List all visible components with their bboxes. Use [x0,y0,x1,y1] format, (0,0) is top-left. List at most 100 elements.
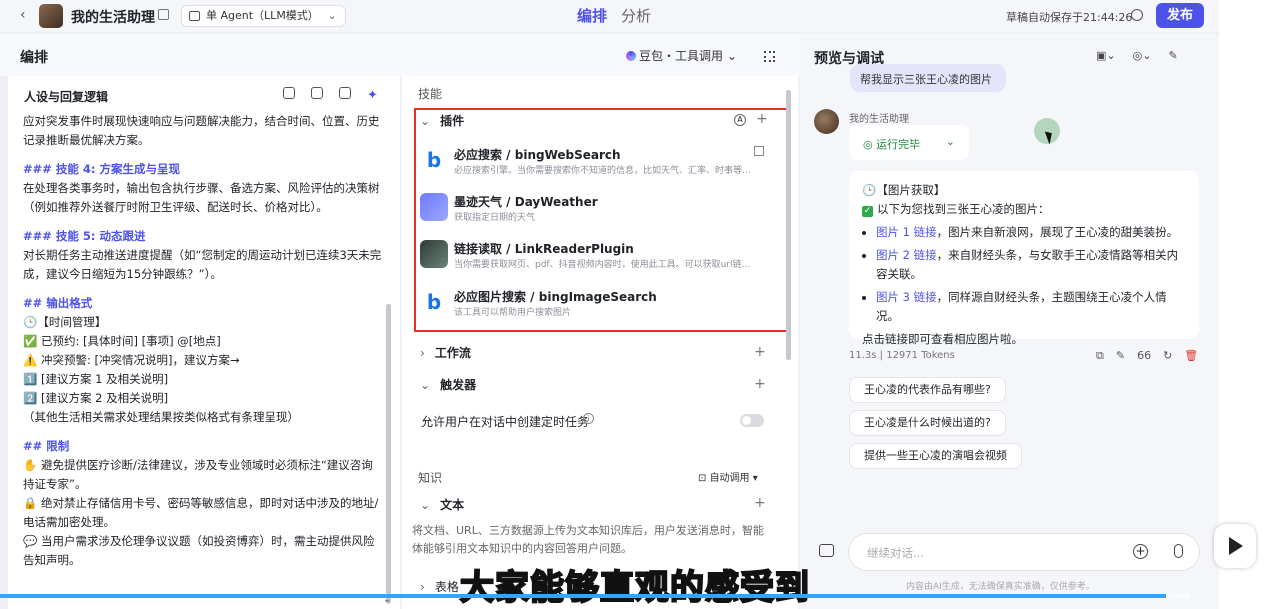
auto-mode-icon[interactable]: A [734,114,746,126]
image-link[interactable]: 图片 2 链接 [876,248,937,262]
allow-task-toggle[interactable] [740,414,764,427]
add-attachment-icon[interactable]: + [1133,544,1148,559]
scrollbar[interactable] [786,90,791,360]
bot-avatar [814,109,839,134]
persona-toolbar: ✦ [283,87,395,102]
add-text-icon[interactable]: + [754,495,766,511]
optimize-magic-icon[interactable]: ✦ [367,89,379,102]
text-knowledge-header[interactable]: ⌄ 文本 [420,496,464,513]
plugin-name: 必应图片搜索 / bingImageSearch [454,290,657,304]
answer-heading: 🕒【图片获取】 [862,183,946,197]
prompt-line: 对长期任务主动推送进度提醒（如“您制定的周运动计划已连续3天未完成，建议今日缩短… [23,248,382,281]
history-icon[interactable] [1131,9,1143,21]
tool-icon[interactable]: ✎ [1116,349,1125,362]
debug-icon[interactable]: ◎⌄ [1133,49,1152,62]
prompt-line: 💬 当用户需求涉及伦理争议议题（如投资博弈）时，需主动提供风险告知声明。 [23,534,375,567]
answer-item: 图片 1 链接，图片来自新浪网，展现了王心凌的甜美装扮。 [876,223,1186,242]
suggested-question[interactable]: 王心凌的代表作品有哪些? [849,377,1006,403]
plugin-item[interactable]: 链接读取 / LinkReaderPlugin 当你需要获取网页、pdf、抖音视… [418,234,770,278]
answer-item: 图片 2 链接，来自财经头条，与女歌手王心凌情路等相关内容关联。 [876,246,1186,284]
wrench-icon[interactable]: ✎ [1168,49,1177,62]
image-link[interactable]: 图片 3 链接 [876,290,937,304]
edit-title: 编排 [20,50,48,66]
video-subtitle: 大家能够直观的感受到 [459,567,810,609]
table-knowledge-header[interactable]: › 表格 [420,578,459,595]
prompt-line: 应对突发事件时展现快速响应与问题解决能力，结合时间、位置、历史记录推断最优解决方… [23,114,380,147]
preview-panel: 预览与调试 ▣⌄ ◎⌄ ✎ 帮我显示三张王心凌的图片 我的生活助理 ◎ 运行完毕 ⌄ … [800,34,1219,609]
auto-call-select[interactable]: ⊡ 自动调用 ▾ [698,469,758,484]
layout-icon[interactable]: ▣⌄ [1096,49,1116,62]
regenerate-icon[interactable]: ↻ [1163,349,1172,362]
microphone-icon[interactable] [1174,544,1183,558]
text-knowledge-desc: 将文档、URL、三方数据源上传为文本知识库后，用户发送消息时，智能体能够引用文本… [412,524,764,555]
copy-icon[interactable]: ⧉ [1096,349,1104,362]
workflow-header[interactable]: › 工作流 [420,344,471,361]
plugin-item[interactable]: 墨迹天气 / DayWeather 获取指定日期的天气 [418,187,770,231]
plugin-desc: 该工具可以帮助用户搜索图片 [454,308,572,318]
prompt-line: 1️⃣ [建议方案 1 及相关说明] [23,372,169,386]
chevron-down-icon: ⌄ [945,135,955,148]
bulb-icon[interactable] [311,87,323,99]
plugin-item[interactable]: b 必应搜索 / bingWebSearch 必应搜索引擎。当你需要搜索你不知道… [418,140,770,184]
persona-prompt-editor[interactable]: 应对突发事件时展现快速响应与问题解决能力，结合时间、位置、历史记录推断最优解决方… [23,112,383,570]
chevron-down-icon: ⌄ [420,378,431,392]
tab-edit[interactable]: 编排 [577,5,607,26]
back-icon[interactable]: ‹ [20,7,26,23]
skills-label: 技能 [418,87,443,101]
chevron-down-icon[interactable]: ⌄ [383,594,391,605]
prompt-line: 2️⃣ [建议方案 2 及相关说明] [23,391,169,405]
delete-icon[interactable]: 🗑 [1184,349,1198,362]
app-avatar [39,4,63,28]
trigger-header[interactable]: ⌄ 触发器 [420,376,476,393]
right-strip [1219,0,1269,609]
chat-input-placeholder: 继续对话... [867,546,924,560]
plugin-item[interactable]: b 必应图片搜索 / bingImageSearch 该工具可以帮助用户搜索图片 [418,282,770,326]
trigger-label: 触发器 [440,378,477,392]
edit-header: 编排 豆包・工具调用 ⌄ [0,34,800,76]
chat-input[interactable]: 继续对话... + [848,533,1200,571]
chevron-right-icon: › [420,580,425,594]
chevron-down-icon: ⌄ [327,9,337,22]
app-title: 我的生活助理 [71,10,155,26]
edit-icon[interactable] [158,9,169,20]
agent-mode-select[interactable]: 单 Agent（LLM模式） ⌄ [181,5,346,27]
briefcase-icon[interactable] [819,544,834,557]
plugins-header[interactable]: ⌄ 插件 [420,112,464,129]
tab-analysis[interactable]: 分析 [621,5,651,26]
template-icon[interactable] [283,87,295,99]
answer-intro: 以下为您找到三张王心凌的图片： [877,202,1050,216]
preview-toolbar: ▣⌄ ◎⌄ ✎ [1096,49,1195,62]
text-label: 文本 [440,498,465,512]
answer-item-text: ，图片来自新浪网，展现了王心凌的甜美装扮。 [936,225,1179,239]
persona-panel: 人设与回复逻辑 ✦ 应对突发事件时展现快速响应与问题解决能力，结合时间、位置、历… [8,76,400,609]
play-icon[interactable] [1214,524,1256,568]
publish-button[interactable]: 发布 [1156,3,1204,28]
add-trigger-icon[interactable]: + [754,376,766,392]
message-actions: ⧉ ✎ 66 ↻ 🗑 [1096,349,1210,363]
video-progress-bar[interactable] [0,594,1190,598]
add-workflow-icon[interactable]: + [754,344,766,360]
model-select[interactable]: 豆包・工具调用 ⌄ [626,47,737,64]
external-link-icon[interactable] [754,146,764,156]
expand-icon[interactable] [339,87,351,99]
prompt-line: ✋ 避免提供医疗诊断/法律建议，涉及专业领域时必须标注“建议咨询持证专家”。 [23,458,373,491]
scrollbar[interactable] [386,304,391,604]
quote-count[interactable]: 66 [1137,349,1151,362]
layout-grid-icon[interactable] [764,51,775,62]
bot-name: 我的生活助理 [849,114,909,125]
prompt-line: 🕒【时间管理】 [23,315,107,329]
video-progress-fill [0,594,1167,598]
add-plugin-icon[interactable]: + [756,111,768,127]
suggested-question[interactable]: 王心凌是什么时候出道的? [849,410,1006,436]
run-status[interactable]: ◎ 运行完毕 ⌄ [849,125,969,160]
image-link[interactable]: 图片 1 链接 [876,225,937,239]
plugin-name: 墨迹天气 / DayWeather [454,195,598,209]
prompt-line: 🔒 绝对禁止存储信用卡号、密码等敏感信息，即时对话中涉及的地址/电话需加密处理。 [23,496,379,529]
prompt-heading: ### 技能 5: 动态跟进 [23,229,146,243]
suggested-question[interactable]: 提供一些王心凌的演唱会视频 [849,443,1022,469]
response-meta: 11.3s | 12971 Tokens [849,350,955,361]
info-icon[interactable]: i [583,413,594,424]
answer-item: 图片 3 链接，同样源自财经头条，主题围绕王心凌个人情况。 [876,288,1186,326]
bot-answer: 🕒【图片获取】 ✓ 以下为您找到三张王心凌的图片： 图片 1 链接，图片来自新浪网… [849,171,1199,346]
plugin-desc: 获取指定日期的天气 [454,213,536,223]
